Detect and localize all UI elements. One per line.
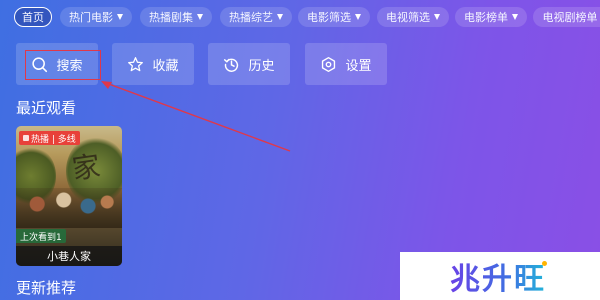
settings-label: 设置 xyxy=(345,58,372,74)
dropdown-triangle-icon xyxy=(512,14,518,20)
dropdown-triangle-icon xyxy=(117,14,123,20)
poster-calligraphy: 家 xyxy=(70,149,103,186)
dropdown-triangle-icon xyxy=(277,14,283,20)
tab-label: 热门电影 xyxy=(69,11,113,24)
tab-label: 电影榜单 xyxy=(464,11,508,24)
tab-tv-filter[interactable]: 电视筛选 xyxy=(377,7,449,27)
tab-hot-variety[interactable]: 热播综艺 xyxy=(220,7,292,27)
tab-hot-series[interactable]: 热播剧集 xyxy=(140,7,212,27)
history-button[interactable]: 历史 xyxy=(208,43,290,85)
dropdown-triangle-icon xyxy=(434,14,440,20)
top-nav-tabs: 首页 热门电影 热播剧集 热播综艺 电影筛选 电视筛选 电影榜单 电视剧榜单 xyxy=(0,0,600,34)
favorites-button[interactable]: 收藏 xyxy=(112,43,194,85)
dropdown-triangle-icon xyxy=(197,14,203,20)
settings-icon xyxy=(322,56,336,72)
poster-title: 小巷人家 xyxy=(16,246,122,266)
watermark-text: 兆升旺 xyxy=(450,254,546,298)
status-badge: 热播 | 多线 xyxy=(19,131,80,145)
tab-movie-filter[interactable]: 电影筛选 xyxy=(298,7,370,27)
search-icon xyxy=(32,56,48,72)
watermark-logo: 兆升旺 xyxy=(400,252,600,300)
tab-label: 首页 xyxy=(22,11,44,24)
tab-label: 电影筛选 xyxy=(307,11,351,24)
tab-hot-movies[interactable]: 热门电影 xyxy=(60,7,132,27)
recent-item-card[interactable]: 家 热播 | 多线 上次看到1 小巷人家 xyxy=(16,126,122,266)
recommend-heading: 更新推荐 xyxy=(16,279,77,297)
settings-button[interactable]: 设置 xyxy=(305,43,387,85)
poster-art xyxy=(16,188,122,228)
tab-label: 电视剧榜单 xyxy=(542,11,598,24)
tab-label: 电视筛选 xyxy=(386,11,430,24)
watch-progress-label: 上次看到1 xyxy=(16,229,66,243)
watermark-dot xyxy=(542,260,547,266)
dropdown-triangle-icon xyxy=(355,14,361,20)
star-icon xyxy=(128,56,144,71)
favorites-label: 收藏 xyxy=(152,58,179,74)
search-button[interactable]: 搜索 xyxy=(16,43,98,85)
tab-tv-ranking[interactable]: 电视剧榜单 xyxy=(533,7,600,27)
search-label: 搜索 xyxy=(56,58,83,74)
tab-movie-ranking[interactable]: 电影榜单 xyxy=(455,7,527,27)
badge-text: 热播 | 多线 xyxy=(31,134,76,145)
tab-label: 热播剧集 xyxy=(149,11,193,24)
history-label: 历史 xyxy=(248,58,275,74)
history-icon xyxy=(224,58,239,72)
tab-home[interactable]: 首页 xyxy=(14,7,52,27)
recent-heading: 最近观看 xyxy=(16,99,77,117)
tab-label: 热播综艺 xyxy=(229,11,273,24)
badge-icon xyxy=(23,135,29,141)
